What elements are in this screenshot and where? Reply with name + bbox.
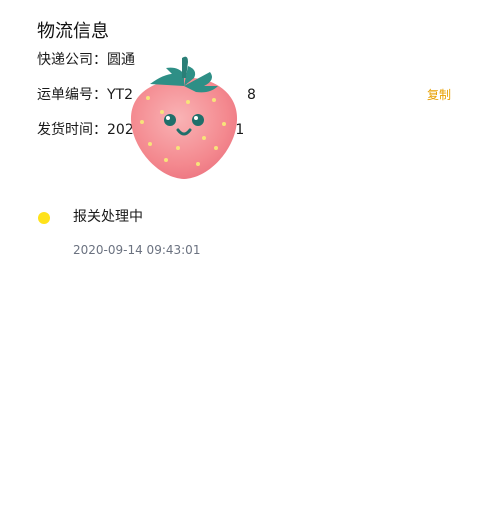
timeline-status-time: 2020-09-14 09:43:01 [73, 243, 201, 257]
ship-time-label: 发货时间： [37, 122, 107, 138]
waybill-number-tail: 8 [247, 87, 256, 103]
courier-company-row: 快递公司：圆通 [37, 50, 135, 70]
strawberry-mascot-icon [130, 56, 238, 179]
strawberry-body [130, 77, 238, 179]
logistics-title: 物流信息 [37, 21, 109, 42]
courier-company-label: 快递公司： [37, 52, 107, 68]
waybill-number-label: 运单编号： [37, 87, 107, 103]
copy-waybill-button[interactable]: 复制 [427, 85, 451, 105]
timeline-status-text: 报关处理中 [73, 209, 143, 225]
timeline-status-dot [38, 212, 50, 224]
